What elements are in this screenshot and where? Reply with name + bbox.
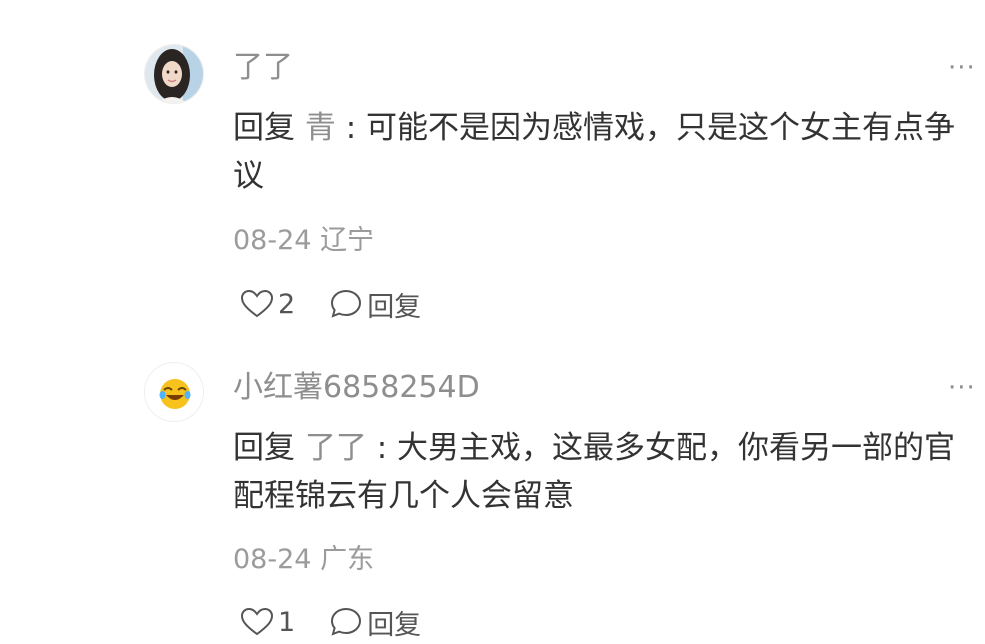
like-button[interactable]: 1	[240, 607, 295, 638]
laughing-emoji-icon	[145, 363, 203, 421]
comment-actions: 2 回复	[240, 284, 421, 324]
reply-separator: :	[335, 110, 367, 146]
more-options-icon[interactable]: ···	[948, 375, 976, 401]
like-count: 1	[278, 606, 296, 638]
comment-text: 回复 青 : 可能不是因为感情戏，只是这个女主有点争议	[233, 104, 978, 200]
more-options-icon[interactable]: ···	[948, 55, 976, 81]
reply-button[interactable]: 回复	[329, 603, 421, 642]
reply-target-username[interactable]: 青	[305, 110, 336, 146]
comment-text: 回复 了了 : 大男主戏，这最多女配，你看另一部的官配程锦云有几个人会留意	[233, 424, 978, 520]
comment-actions: 1 回复	[240, 602, 421, 642]
username[interactable]: 小红薯6858254D	[233, 370, 480, 406]
reply-label: 回复	[367, 609, 422, 641]
reply-button[interactable]: 回复	[329, 285, 421, 324]
comment-bubble-icon	[331, 289, 362, 318]
reply-prefix: 回复	[233, 110, 295, 146]
like-button[interactable]: 2	[240, 289, 295, 320]
comment-date: 08-24	[233, 225, 312, 256]
comment-meta: 08-24 辽宁	[233, 224, 374, 258]
reply-separator: :	[366, 430, 398, 466]
comment-date: 08-24	[233, 544, 312, 575]
previous-comment-fragment	[345, 0, 367, 4]
username[interactable]: 了了	[233, 50, 293, 86]
heart-icon	[240, 607, 274, 636]
comment-meta: 08-24 广东	[233, 543, 374, 577]
heart-icon	[240, 289, 274, 318]
avatar[interactable]	[144, 362, 204, 422]
reply-prefix: 回复	[233, 430, 295, 466]
portrait-avatar-icon	[145, 45, 203, 103]
comment-location: 辽宁	[320, 225, 375, 256]
avatar[interactable]	[144, 44, 204, 104]
reply-target-username[interactable]: 了了	[305, 430, 367, 466]
reply-label: 回复	[367, 291, 422, 323]
comment-bubble-icon	[331, 607, 362, 636]
like-count: 2	[278, 288, 296, 320]
comment-location: 广东	[320, 544, 375, 575]
